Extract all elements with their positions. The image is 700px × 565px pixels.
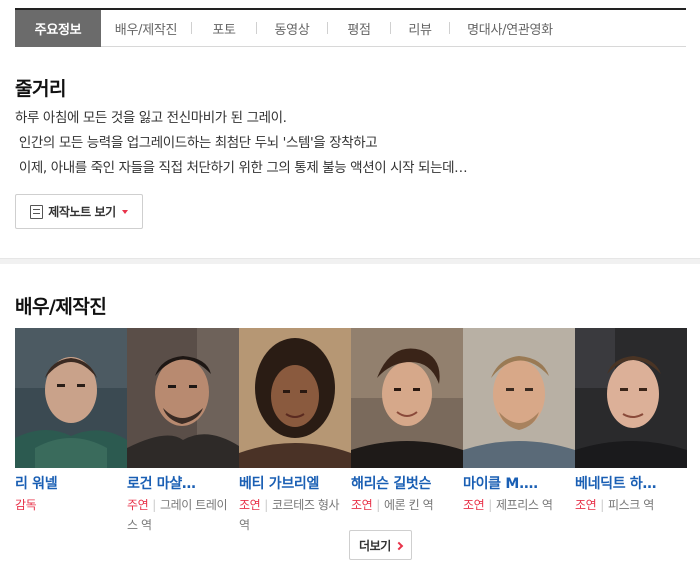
tab-videos[interactable]: 동영상 [257, 10, 327, 47]
cast-item[interactable]: 마이클 M.… 조연 | 제프리스 역 [463, 328, 575, 528]
detail-tab-bar: 주요정보 배우/제작진 포토 동영상 평점 리뷰 명대사/연관영화 [15, 8, 686, 47]
cast-role-line: 주연 | 그레이 트레이스 역 [127, 495, 237, 535]
cast-role-line: 조연 | 코르테즈 형사 역 [239, 495, 349, 535]
cast-role: 감독 [15, 498, 37, 512]
role-separator: | [152, 498, 156, 512]
cast-role: 조연 [463, 498, 485, 512]
synopsis-text: 하루 아침에 모든 것을 잃고 전신마비가 된 그레이. 인간의 모든 능력을 … [15, 106, 695, 181]
cast-name[interactable]: 마이클 M.… [463, 473, 573, 493]
tab-reviews[interactable]: 리뷰 [391, 10, 449, 47]
cast-name[interactable]: 리 워넬 [15, 473, 125, 493]
document-icon [30, 204, 44, 219]
synopsis-title: 줄거리 [15, 78, 66, 100]
synopsis-line: 하루 아침에 모든 것을 잃고 전신마비가 된 그레이. [15, 110, 287, 126]
cast-item[interactable]: 해리슨 길벗슨 조연 | 에론 킨 역 [351, 328, 463, 528]
cast-role-line: 감독 [15, 495, 125, 515]
cast-role-line: 조연 | 피스크 역 [575, 495, 685, 515]
tab-cast-crew[interactable]: 배우/제작진 [101, 10, 191, 47]
synopsis-line: 이제, 아내를 죽인 자들을 직접 처단하기 위한 그의 통제 불능 액션이 시… [15, 160, 468, 176]
tab-quotes-related[interactable]: 명대사/연관영화 [450, 10, 570, 47]
cast-item[interactable]: 베네딕트 하… 조연 | 피스크 역 [575, 328, 687, 528]
more-cast-button[interactable]: 더보기 [349, 530, 412, 560]
cast-name[interactable]: 로건 마샬… [127, 473, 237, 493]
cast-character: 에론 킨 역 [383, 498, 434, 512]
cast-photo[interactable] [575, 328, 687, 468]
cast-item[interactable]: 베티 가브리엘 조연 | 코르테즈 형사 역 [239, 328, 351, 532]
cast-photo[interactable] [127, 328, 239, 468]
more-button-label: 더보기 [359, 538, 391, 553]
chevron-right-icon [394, 541, 404, 550]
tab-main-info[interactable]: 주요정보 [15, 9, 101, 47]
caret-down-icon [121, 210, 128, 214]
cast-section-title: 배우/제작진 [15, 296, 107, 318]
role-separator: | [376, 498, 380, 512]
cast-role: 주연 [127, 498, 149, 512]
cast-name[interactable]: 베네딕트 하… [575, 473, 685, 493]
cast-photo[interactable] [15, 328, 127, 468]
cast-name[interactable]: 해리슨 길벗슨 [351, 473, 461, 493]
cast-photo[interactable] [463, 328, 575, 468]
production-note-button[interactable]: 제작노트 보기 [15, 194, 143, 229]
cast-photo[interactable] [239, 328, 351, 468]
role-separator: | [600, 498, 604, 512]
cast-item[interactable]: 리 워넬 감독 [15, 328, 127, 528]
cast-role-line: 조연 | 제프리스 역 [463, 495, 573, 515]
cast-role: 조연 [351, 498, 373, 512]
synopsis-line: 인간의 모든 능력을 업그레이드하는 최첨단 두뇌 '스템'을 장착하고 [15, 135, 378, 151]
cast-list: 리 워넬 감독 로건 마샬… 주연 | 그레이 트레이스 역 베티 가브리엘 조… [15, 328, 687, 532]
role-separator: | [488, 498, 492, 512]
cast-role: 조연 [575, 498, 597, 512]
role-separator: | [264, 498, 268, 512]
cast-name[interactable]: 베티 가브리엘 [239, 473, 349, 493]
tab-ratings[interactable]: 평점 [328, 10, 390, 47]
cast-photo[interactable] [351, 328, 463, 468]
cast-character: 피스크 역 [607, 498, 654, 512]
cast-role-line: 조연 | 에론 킨 역 [351, 495, 461, 515]
tab-photos[interactable]: 포토 [192, 10, 256, 47]
cast-role: 조연 [239, 498, 261, 512]
cast-item[interactable]: 로건 마샬… 주연 | 그레이 트레이스 역 [127, 328, 239, 532]
cast-character: 제프리스 역 [495, 498, 553, 512]
production-note-label: 제작노트 보기 [48, 205, 116, 219]
section-divider [0, 258, 700, 264]
